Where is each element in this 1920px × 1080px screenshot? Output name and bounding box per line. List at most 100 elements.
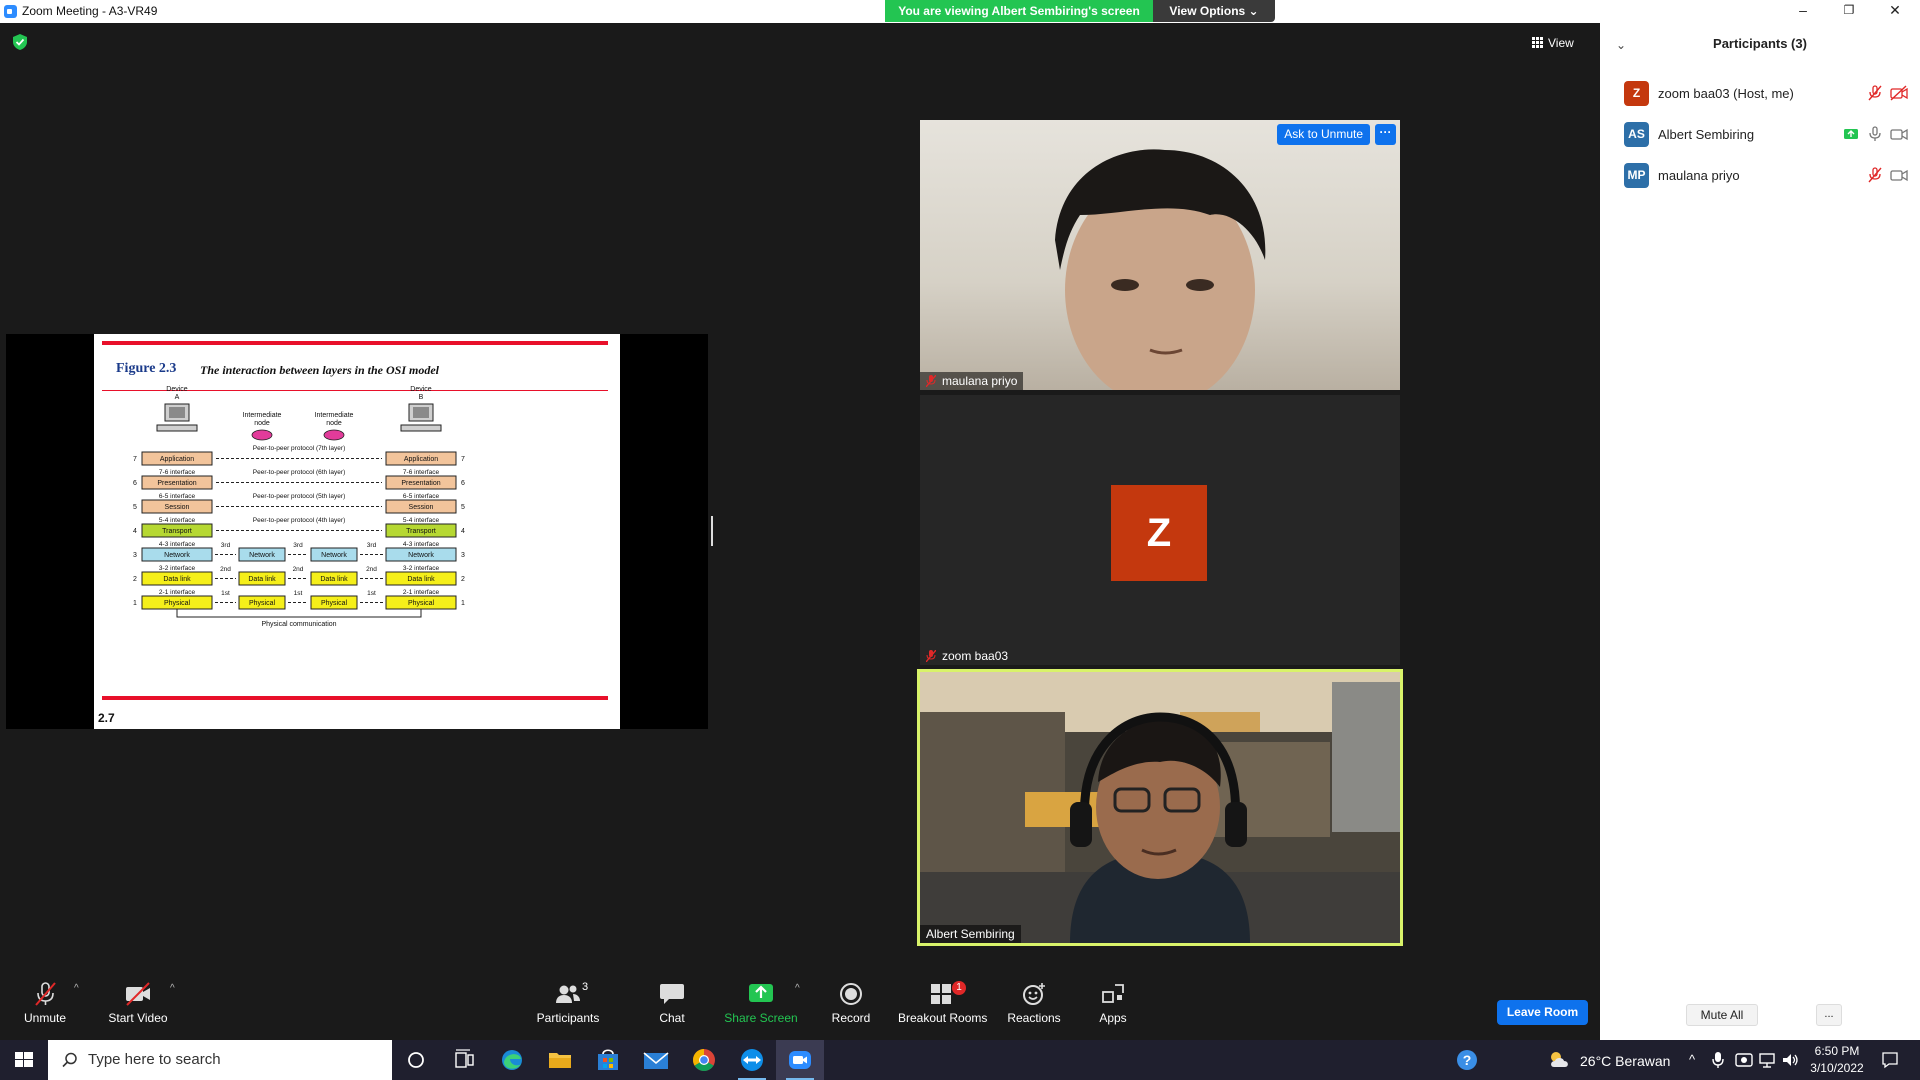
weather-cloudy-icon[interactable]: [1548, 1049, 1572, 1071]
interface-label: 7-6 interface: [403, 469, 440, 476]
restore-button[interactable]: ❐: [1826, 0, 1872, 23]
interface-label: 6-5 interface: [403, 493, 440, 500]
layer-label: Session: [165, 504, 190, 511]
layer-number-left: 5: [133, 504, 137, 511]
audio-options-caret[interactable]: ^: [74, 983, 79, 994]
meeting-area: View Figure 2.3 The interaction between …: [0, 23, 1600, 973]
grid-icon: [1532, 37, 1543, 48]
participant-video-frame: [920, 672, 1400, 943]
reactions-icon: [1023, 983, 1045, 1005]
mic-muted-icon: [926, 650, 936, 662]
share-splitter-handle[interactable]: [711, 516, 713, 546]
close-button[interactable]: ✕: [1872, 0, 1918, 23]
participant-row[interactable]: AS Albert Sembiring: [1624, 116, 1914, 152]
interface-label: 5-4 interface: [403, 517, 440, 524]
layer-label: Network: [164, 552, 190, 559]
layer-label: Data link: [407, 576, 435, 583]
shared-screen[interactable]: Figure 2.3 The interaction between layer…: [6, 334, 708, 729]
window-title: Zoom Meeting - A3-VR49: [22, 4, 158, 18]
device-b-screen: [413, 407, 429, 418]
layer-label: Network: [408, 552, 434, 559]
windows-start-icon[interactable]: [0, 1040, 48, 1080]
hop-label: 3rd: [221, 542, 231, 549]
mail-icon[interactable]: [632, 1040, 680, 1080]
video-off-icon[interactable]: [1890, 85, 1908, 101]
video-options-caret[interactable]: ^: [170, 983, 175, 994]
layer-number-left: 4: [133, 528, 137, 535]
zoom-taskbar-item[interactable]: [776, 1040, 824, 1080]
osi-slide: Figure 2.3 The interaction between layer…: [94, 334, 620, 729]
layer-label: Session: [409, 504, 434, 511]
participants-icon: [556, 985, 580, 1003]
layer-label: Physical: [408, 600, 435, 607]
microphone-tray-icon[interactable]: [1711, 1050, 1725, 1070]
cortana-icon[interactable]: [392, 1040, 440, 1080]
file-explorer-icon[interactable]: [536, 1040, 584, 1080]
breakout-rooms-button[interactable]: 1 Breakout Rooms: [898, 981, 987, 1037]
notifications-icon[interactable]: [1880, 1050, 1900, 1070]
edge-browser-icon[interactable]: [488, 1040, 536, 1080]
video-tile-zoom-baa03[interactable]: Z zoom baa03: [920, 395, 1400, 665]
task-view-icon[interactable]: [440, 1040, 488, 1080]
encryption-shield-icon[interactable]: [13, 34, 27, 50]
record-button[interactable]: Record: [826, 981, 876, 1037]
participants-button[interactable]: 3 Participants: [532, 981, 604, 1037]
share-options-caret[interactable]: ^: [795, 983, 800, 994]
tile-more-button[interactable]: ···: [1375, 124, 1396, 145]
chat-button[interactable]: Chat: [650, 981, 694, 1037]
peer-protocol-label: Peer-to-peer protocol (7th layer): [253, 445, 346, 452]
layer-label: Presentation: [401, 480, 440, 487]
mic-muted-icon: [35, 982, 56, 1006]
unmute-button[interactable]: Unmute: [14, 981, 76, 1037]
participant-row[interactable]: Z zoom baa03 (Host, me): [1624, 75, 1914, 111]
network-icon[interactable]: [1758, 1051, 1776, 1069]
tray-overflow-icon[interactable]: ^: [1689, 1052, 1695, 1067]
view-layout-button[interactable]: View: [1532, 31, 1592, 55]
help-icon[interactable]: ?: [1456, 1049, 1478, 1071]
microsoft-store-icon[interactable]: [584, 1040, 632, 1080]
window-titlebar: Zoom Meeting - A3-VR49 You are viewing A…: [0, 0, 1920, 23]
device-a-keyboard: [156, 424, 198, 432]
tile-name-label: zoom baa03: [920, 647, 1014, 665]
video-icon[interactable]: [1890, 167, 1908, 183]
hop-label: 1st: [221, 590, 230, 597]
hop-label: 1st: [367, 590, 376, 597]
weather-text[interactable]: 26°C Berawan: [1580, 1053, 1670, 1069]
layer-label: Data link: [163, 576, 191, 583]
viewing-screen-banner: You are viewing Albert Sembiring's scree…: [885, 0, 1153, 22]
video-tile-albert[interactable]: Albert Sembiring: [917, 669, 1403, 946]
interface-label: 5-4 interface: [159, 517, 196, 524]
participant-name: maulana priyo: [1658, 168, 1740, 183]
zoom-icon: [789, 1051, 811, 1069]
apps-button[interactable]: Apps: [1092, 981, 1134, 1037]
mute-all-button[interactable]: Mute All: [1686, 1004, 1758, 1026]
ask-to-unmute-button[interactable]: Ask to Unmute: [1277, 124, 1370, 145]
share-screen-button[interactable]: Share Screen: [722, 981, 800, 1037]
minimize-button[interactable]: –: [1780, 0, 1826, 23]
reactions-button[interactable]: Reactions: [1006, 981, 1062, 1037]
mic-icon[interactable]: [1866, 126, 1884, 142]
mic-muted-icon[interactable]: [1866, 85, 1884, 101]
windows-taskbar: Type here to search ? 26°C Berawan ^ 6:5…: [0, 1040, 1920, 1080]
clock-time[interactable]: 6:50 PM: [1802, 1044, 1872, 1058]
share-screen-label: Share Screen: [724, 1011, 798, 1025]
mic-muted-icon[interactable]: [1866, 167, 1884, 183]
view-options-button[interactable]: View Options ⌄: [1153, 0, 1275, 22]
chrome-icon[interactable]: [680, 1040, 728, 1080]
interface-label: 6-5 interface: [159, 493, 196, 500]
taskbar-search-input[interactable]: Type here to search: [48, 1040, 392, 1080]
hop-label: 2nd: [366, 566, 377, 573]
interface-label: 7-6 interface: [159, 469, 196, 476]
layer-label: Physical: [321, 600, 348, 607]
volume-icon[interactable]: [1781, 1051, 1799, 1069]
tile-name-label: maulana priyo: [920, 372, 1024, 390]
participant-row[interactable]: MP maulana priyo: [1624, 157, 1914, 193]
zoom-tray-icon[interactable]: [1735, 1051, 1753, 1069]
video-tile-maulana[interactable]: Ask to Unmute ··· maulana priyo: [920, 120, 1400, 390]
leave-room-button[interactable]: Leave Room: [1497, 1000, 1588, 1025]
start-video-button[interactable]: Start Video: [104, 981, 172, 1037]
clock-date[interactable]: 3/10/2022: [1802, 1061, 1872, 1075]
panel-more-button[interactable]: ...: [1816, 1004, 1842, 1026]
video-icon[interactable]: [1890, 126, 1908, 142]
teamviewer-taskbar-item[interactable]: [728, 1040, 776, 1080]
